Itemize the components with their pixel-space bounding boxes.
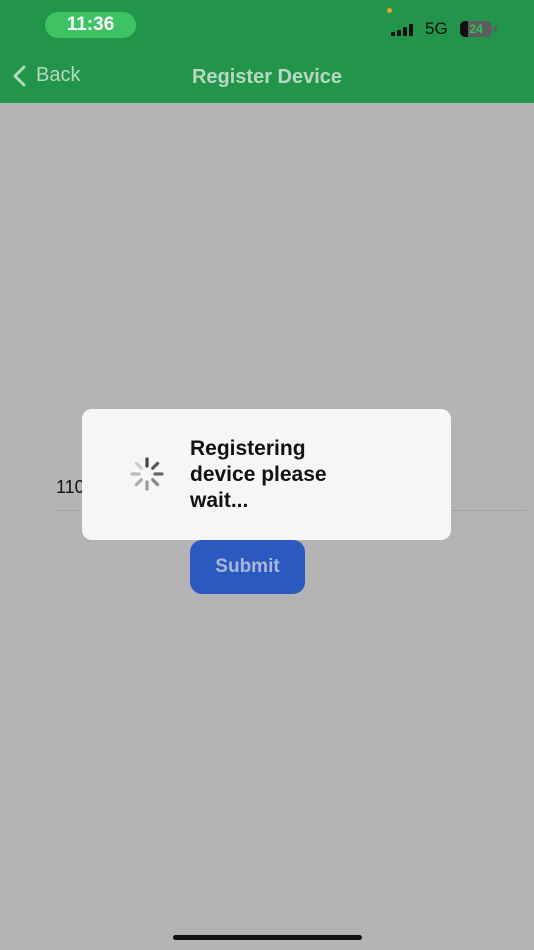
status-bar: 11:36 5G 24 (0, 0, 534, 50)
network-type: 5G (425, 19, 448, 38)
dialog-message-line: Registering (190, 437, 306, 460)
spinner-icon (130, 457, 164, 491)
dialog-message: Registering device please wait... (190, 436, 430, 514)
battery-tip (494, 26, 497, 32)
cellular-signal-icon (391, 24, 415, 36)
dialog-message-line: wait... (190, 489, 249, 512)
submit-button[interactable]: Submit (190, 540, 305, 594)
page-title: Register Device (191, 66, 343, 88)
privacy-indicator-dot (387, 8, 392, 13)
navigation-bar: Back Register Device (0, 50, 534, 103)
battery-icon: 24 (460, 21, 492, 37)
dialog-message-line: device please (190, 463, 327, 486)
battery-percent: 24 (469, 22, 483, 36)
home-indicator[interactable] (173, 935, 362, 940)
status-time: 11:36 (45, 12, 136, 38)
